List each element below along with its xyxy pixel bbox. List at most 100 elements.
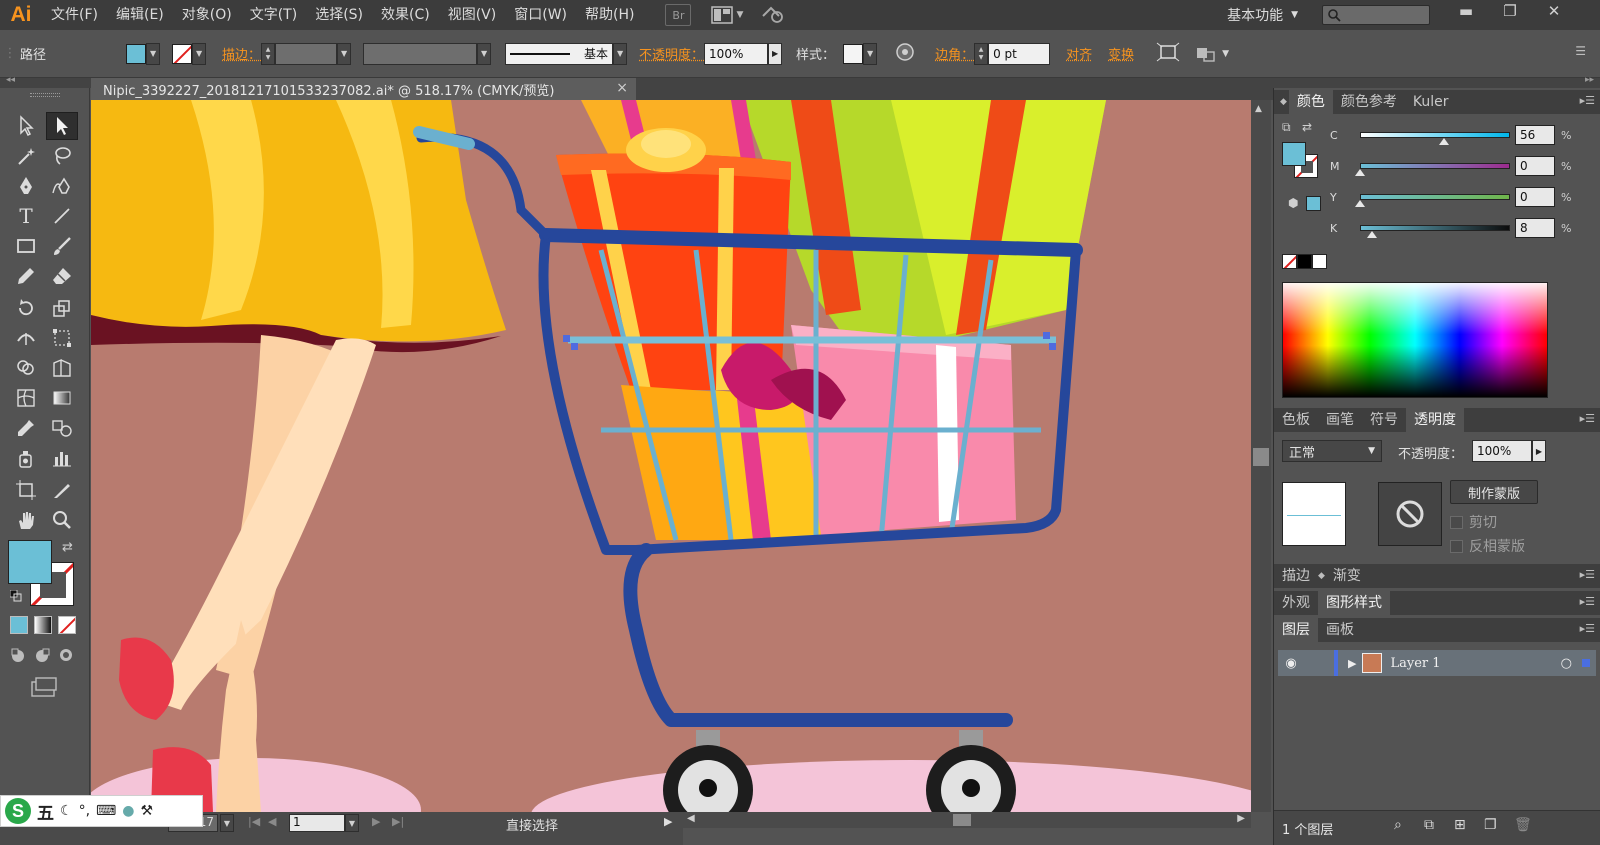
width-tool[interactable] xyxy=(10,324,42,352)
zoom-tool[interactable] xyxy=(46,506,78,534)
symbol-sprayer-tool[interactable] xyxy=(10,444,42,472)
magenta-slider-track[interactable] xyxy=(1360,163,1510,169)
artboard-tool[interactable] xyxy=(10,476,42,504)
brush-definition-dropdown[interactable]: ▼ xyxy=(613,42,628,65)
default-colors-icon[interactable]: ⧉ xyxy=(1282,120,1291,135)
tab-layers[interactable]: 图层 xyxy=(1274,618,1318,642)
transparency-opacity-arrow[interactable]: ▶ xyxy=(1532,440,1546,462)
first-artboard-icon[interactable]: |◀ xyxy=(248,815,260,828)
expand-triangle-icon[interactable]: ▶ xyxy=(1348,657,1356,670)
new-sublayer-icon[interactable]: ⊞ xyxy=(1454,817,1466,833)
blend-tool[interactable] xyxy=(46,414,78,442)
collapse-left-icon[interactable]: ◂◂ xyxy=(6,75,15,85)
punctuation-icon[interactable]: °, xyxy=(79,803,90,819)
tab-transparency[interactable]: 透明度 xyxy=(1406,408,1464,432)
perspective-grid-tool[interactable] xyxy=(46,354,78,382)
direct-selection-tool[interactable] xyxy=(46,112,78,140)
last-artboard-icon[interactable]: ▶| xyxy=(392,815,404,828)
lasso-tool[interactable] xyxy=(46,142,78,170)
stroke-color-swatch[interactable] xyxy=(172,43,193,64)
rectangle-tool[interactable] xyxy=(10,232,42,260)
menu-object[interactable]: 对象(O) xyxy=(173,0,241,30)
delete-layer-icon[interactable]: 🗑 xyxy=(1514,817,1532,833)
opacity-arrow[interactable]: ▶ xyxy=(768,42,783,65)
menu-type[interactable]: 文字(T) xyxy=(241,0,306,30)
stroke-weight-field[interactable] xyxy=(275,42,338,65)
mesh-tool[interactable] xyxy=(10,384,42,412)
graphic-style-dropdown[interactable]: ▼ xyxy=(863,42,878,65)
vertical-scrollbar[interactable]: ▲ xyxy=(1251,100,1271,812)
locate-object-icon[interactable]: ⌕ xyxy=(1394,817,1402,833)
clipping-mask-icon[interactable]: ⧉ xyxy=(1424,817,1434,833)
align-link[interactable]: 对齐 xyxy=(1066,44,1092,63)
transparency-opacity-field[interactable]: 100% xyxy=(1472,440,1532,462)
none-swatch[interactable] xyxy=(1282,254,1297,269)
draw-inside-button[interactable] xyxy=(56,646,76,664)
gradient-tool[interactable] xyxy=(46,384,78,412)
blend-mode-select[interactable]: 正常 ▼ xyxy=(1282,440,1382,462)
menu-file[interactable]: 文件(F) xyxy=(42,0,107,30)
line-segment-tool[interactable] xyxy=(46,202,78,230)
sync-settings-button[interactable] xyxy=(759,2,785,28)
column-graph-tool[interactable] xyxy=(46,444,78,472)
next-artboard-icon[interactable]: ▶ xyxy=(372,815,380,828)
layer-row[interactable]: ◉ ▶ Layer 1 ○ xyxy=(1278,650,1596,676)
yellow-slider-thumb[interactable] xyxy=(1355,200,1365,207)
fill-color-swatch[interactable] xyxy=(126,43,147,64)
close-tab-icon[interactable]: × xyxy=(616,80,628,96)
clip-checkbox-row[interactable]: 剪切 xyxy=(1450,512,1497,532)
target-circle-icon[interactable]: ○ xyxy=(1561,656,1572,671)
tab-symbols[interactable]: 符号 xyxy=(1362,408,1406,432)
arrange-options-button[interactable]: ▼ xyxy=(1194,44,1229,64)
horizontal-scroll-thumb[interactable] xyxy=(953,814,971,826)
tab-graphic-styles[interactable]: 图形样式 xyxy=(1318,591,1390,615)
opacity-field[interactable]: 100% xyxy=(704,42,769,65)
mask-thumbnail[interactable] xyxy=(1378,482,1442,546)
ime-logo[interactable]: S xyxy=(5,798,31,824)
menu-effect[interactable]: 效果(C) xyxy=(372,0,439,30)
curvature-tool[interactable] xyxy=(46,172,78,200)
zoom-dropdown[interactable]: ▼ xyxy=(220,814,234,832)
draw-behind-button[interactable] xyxy=(32,646,52,664)
bridge-button[interactable]: Br xyxy=(665,4,692,26)
default-fill-stroke-icon[interactable] xyxy=(9,589,22,602)
color-mode-button[interactable] xyxy=(10,616,28,634)
tab-swatches[interactable]: 色板 xyxy=(1274,408,1318,432)
wrench-icon[interactable]: ⚒ xyxy=(140,803,153,819)
graphic-style-swatch[interactable] xyxy=(843,43,864,64)
stroke-dropdown[interactable]: ▼ xyxy=(192,42,207,65)
brush-definition-field[interactable]: 基本 xyxy=(505,42,614,65)
keyboard-icon[interactable]: ⌨ xyxy=(96,803,116,819)
menu-help[interactable]: 帮助(H) xyxy=(576,0,643,30)
black-swatch[interactable] xyxy=(1297,254,1312,269)
panel-collapse-icon[interactable]: ◆ xyxy=(1318,571,1325,581)
cyan-slider-track[interactable] xyxy=(1360,132,1510,138)
tab-kuler[interactable]: Kuler xyxy=(1405,90,1457,114)
white-swatch[interactable] xyxy=(1312,254,1327,269)
previous-artboard-icon[interactable]: ◀ xyxy=(268,815,276,828)
black-value-field[interactable]: 8 xyxy=(1515,218,1555,238)
stroke-weight-spinner[interactable]: ▲ ▼ xyxy=(261,42,276,65)
selection-indicator[interactable] xyxy=(1582,659,1590,667)
new-layer-icon[interactable]: ❐ xyxy=(1484,817,1497,833)
menu-select[interactable]: 选择(S) xyxy=(306,0,372,30)
tab-stroke[interactable]: 描边 xyxy=(1274,564,1318,588)
corner-label[interactable]: 边角： xyxy=(935,44,974,63)
arrange-documents-button[interactable]: ▼ xyxy=(711,6,743,24)
swap-fill-stroke-icon[interactable]: ⇄ xyxy=(1302,120,1312,134)
artboard-number-field[interactable]: 1 xyxy=(289,814,345,832)
document-tab[interactable]: Nipic_3392227_20181217101533237082.ai* @… xyxy=(91,78,636,100)
menu-edit[interactable]: 编辑(E) xyxy=(107,0,173,30)
free-transform-tool[interactable] xyxy=(46,324,78,352)
artboard-dropdown[interactable]: ▼ xyxy=(345,814,359,832)
web-safe-swatch[interactable] xyxy=(1306,196,1321,211)
black-slider-thumb[interactable] xyxy=(1367,231,1377,238)
panel-menu-icon[interactable]: ▸☰ xyxy=(1580,412,1595,425)
cyan-slider-thumb[interactable] xyxy=(1439,138,1449,145)
make-mask-button[interactable]: 制作蒙版 xyxy=(1450,480,1538,504)
pen-tool[interactable] xyxy=(10,172,42,200)
panel-collapse-icon[interactable]: ◆ xyxy=(1280,97,1287,107)
fill-dropdown[interactable]: ▼ xyxy=(146,42,161,65)
eraser-tool[interactable] xyxy=(46,262,78,290)
invert-mask-checkbox-row[interactable]: 反相蒙版 xyxy=(1450,536,1525,556)
